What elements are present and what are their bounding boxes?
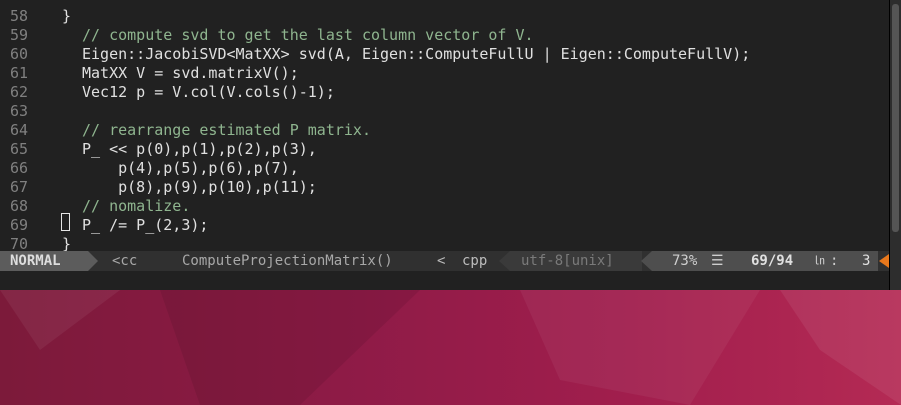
line-number: 60 xyxy=(10,45,29,63)
desktop-wallpaper xyxy=(0,290,901,405)
wallpaper-shapes xyxy=(0,290,901,405)
column-separator: : xyxy=(830,253,839,269)
warning-arrow-icon xyxy=(879,254,889,268)
code-text: P_ << p(0),p(1),p(2),p(3), xyxy=(82,140,317,158)
code-line: 65 P_ << p(0),p(1),p(2),p(3), xyxy=(0,140,889,159)
current-function: ComputeProjectionMatrix() xyxy=(182,253,393,269)
line-number: 63 xyxy=(10,102,29,120)
code-line: 66 p(4),p(5),p(6),p(7), xyxy=(0,159,889,178)
line-number: 64 xyxy=(10,121,29,139)
separator-chevron-icon: < xyxy=(437,253,446,269)
code-text: MatXX V = svd.matrixV(); xyxy=(82,64,299,82)
code-line-current: 69 P_ /= P_(2,3); xyxy=(0,216,889,235)
code-line: 63 xyxy=(0,102,889,121)
code-text: P_ /= P_(2,3); xyxy=(82,216,209,234)
line-number: 67 xyxy=(10,178,29,196)
code-text: p(8),p(9),p(10),p(11); xyxy=(82,178,317,196)
file-encoding: utf-8[unix] xyxy=(521,253,614,269)
mode-indicator: NORMAL xyxy=(0,251,88,271)
line-number: 68 xyxy=(10,197,29,215)
line-number-icon: ㏑ xyxy=(814,254,825,267)
code-line: 60 Eigen::JacobiSVD<MatXX> svd(A, Eigen::… xyxy=(0,45,889,64)
line-number: 58 xyxy=(10,7,29,25)
buffer-name: <cc xyxy=(112,253,138,269)
vim-statusline: NORMAL <cc ComputeProjectionMatrix() < c… xyxy=(0,251,889,271)
text-cursor xyxy=(61,213,70,231)
code-line: 68 // nomalize. xyxy=(0,197,889,216)
code-text: p(4),p(5),p(6),p(7), xyxy=(82,159,299,177)
code-comment: // compute svd to get the last column ve… xyxy=(82,26,534,44)
scroll-percent: 73% xyxy=(672,253,698,269)
code-area[interactable]: } 58 59 // compute svd to get the last co… xyxy=(0,0,889,254)
code-line: 61 MatXX V = svd.matrixV(); xyxy=(0,64,889,83)
line-number: 62 xyxy=(10,83,29,101)
code-text: Eigen::JacobiSVD<MatXX> svd(A, Eigen::Co… xyxy=(82,45,751,63)
powerline-arrow-icon xyxy=(88,251,98,271)
line-number: 69 xyxy=(10,216,29,234)
line-number: 59 xyxy=(10,26,29,44)
terminal-scrollbar[interactable] xyxy=(890,0,901,290)
code-line-partial: } xyxy=(0,0,889,25)
code-comment: // rearrange estimated P matrix. xyxy=(82,121,371,139)
terminal-window[interactable]: } 58 59 // compute svd to get the last co… xyxy=(0,0,890,290)
column-number: 3 xyxy=(862,253,871,269)
code-comment: // nomalize. xyxy=(82,197,191,215)
code-line: 58 xyxy=(0,7,889,26)
line-number: 66 xyxy=(10,159,29,177)
code-text: Vec12 p = V.col(V.cols()-1); xyxy=(82,83,335,101)
line-position: 69/94 xyxy=(751,253,794,269)
code-line: 64 // rearrange estimated P matrix. xyxy=(0,121,889,140)
menu-icon: ☰ xyxy=(711,253,724,269)
filetype: cpp xyxy=(462,253,488,269)
powerline-arrow-icon xyxy=(641,251,652,271)
line-number: 65 xyxy=(10,140,29,158)
powerline-arrow-icon xyxy=(499,251,510,271)
code-line: 67 p(8),p(9),p(10),p(11); xyxy=(0,178,889,197)
code-line: 62 Vec12 p = V.col(V.cols()-1); xyxy=(0,83,889,102)
scrollbar-thumb[interactable] xyxy=(892,4,899,232)
line-number: 61 xyxy=(10,64,29,82)
code-line: 59 // compute svd to get the last column … xyxy=(0,26,889,45)
